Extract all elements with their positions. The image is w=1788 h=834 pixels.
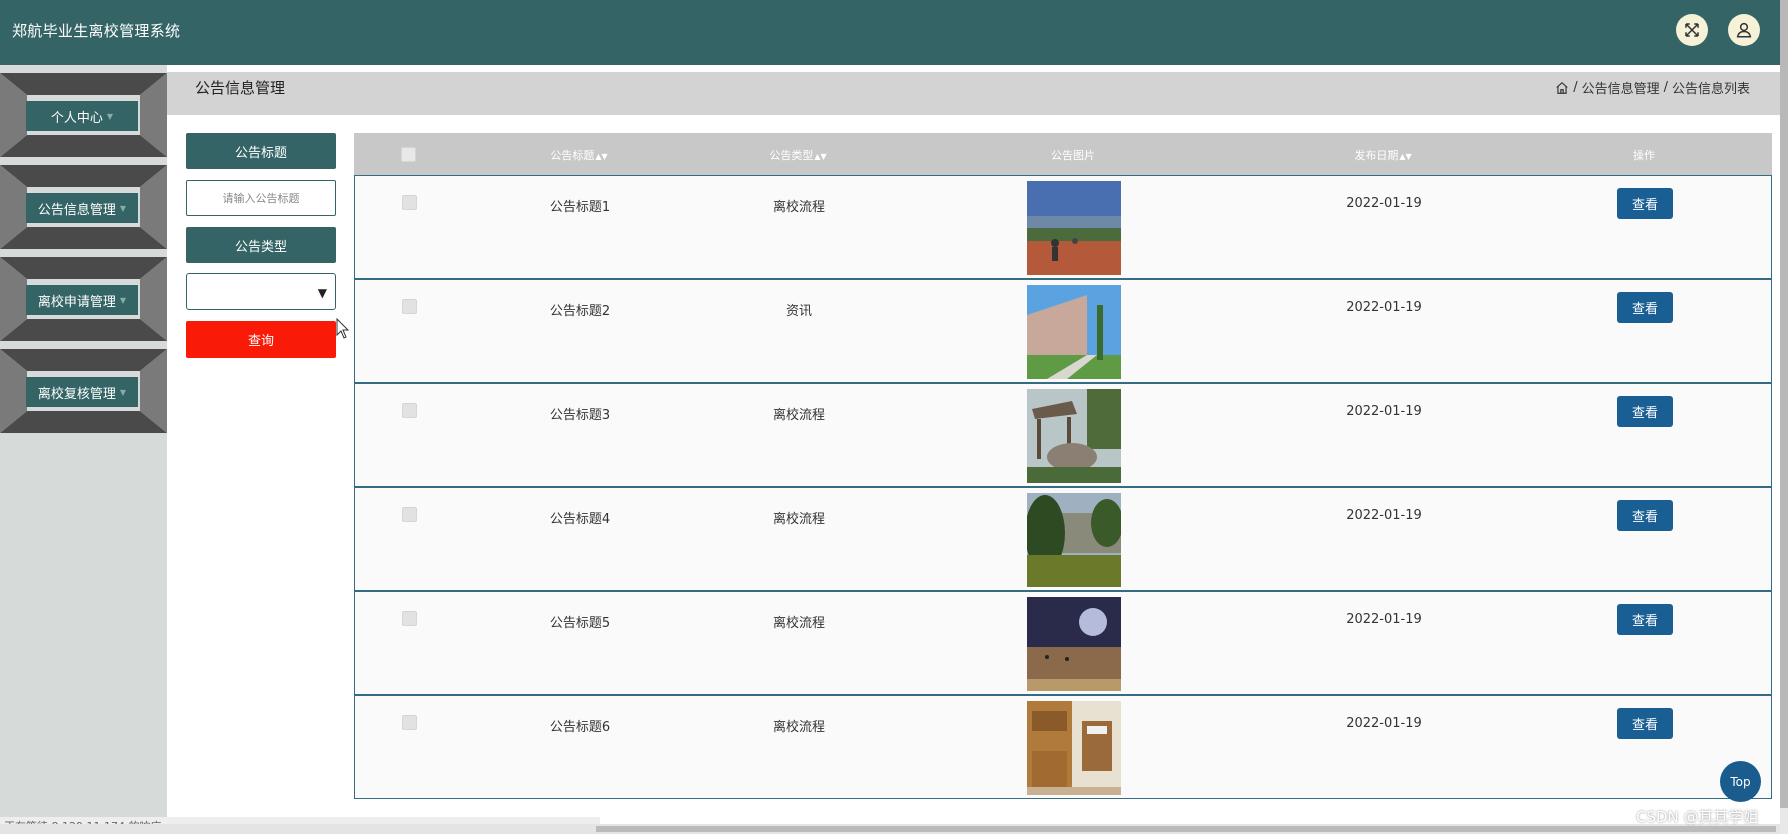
fullscreen-button[interactable] xyxy=(1676,14,1708,46)
mouse-cursor-icon xyxy=(336,318,350,339)
column-header-date[interactable]: 发布日期▲▼ xyxy=(1354,147,1411,163)
type-select[interactable]: ▼ xyxy=(186,273,336,310)
sidebar-item-leave-review[interactable]: 离校复核管理 ▼ xyxy=(0,349,167,433)
row-checkbox[interactable] xyxy=(402,507,417,522)
sort-icon: ▲▼ xyxy=(814,152,827,161)
chevron-down-icon: ▼ xyxy=(106,111,114,121)
notice-image-sports-field xyxy=(1027,181,1121,275)
view-button[interactable]: 查看 xyxy=(1617,708,1673,739)
table-row: 公告标题5 离校流程 2022-01-19 查看 xyxy=(354,591,1772,695)
cell-date: 2022-01-19 xyxy=(1346,612,1422,627)
row-checkbox[interactable] xyxy=(402,715,417,730)
sidebar-item-label: 公告信息管理 ▼ xyxy=(26,193,138,223)
fullscreen-icon xyxy=(1685,23,1699,37)
query-button[interactable]: 查询 xyxy=(186,321,336,358)
view-button[interactable]: 查看 xyxy=(1617,500,1673,531)
cell-date: 2022-01-19 xyxy=(1346,508,1422,523)
cell-title: 公告标题6 xyxy=(549,720,611,735)
home-icon[interactable] xyxy=(1555,81,1569,95)
view-button[interactable]: 查看 xyxy=(1617,604,1673,635)
vertical-scrollbar-thumb[interactable] xyxy=(1780,0,1788,808)
table-row: 公告标题6 离校流程 2022-01-19 查看 xyxy=(354,695,1772,799)
column-header-image: 公告图片 xyxy=(1051,149,1095,162)
sidebar-item-label: 个人中心 ▼ xyxy=(26,101,138,131)
cell-date: 2022-01-19 xyxy=(1346,716,1422,731)
cell-date: 2022-01-19 xyxy=(1346,196,1422,211)
chevron-down-icon: ▼ xyxy=(317,286,327,300)
cell-title: 公告标题3 xyxy=(549,408,611,423)
breadcrumb: / 公告信息管理 / 公告信息列表 xyxy=(1555,78,1750,97)
cell-type: 离校流程 xyxy=(772,616,826,631)
sidebar-item-label: 离校复核管理 ▼ xyxy=(26,377,138,407)
row-checkbox[interactable] xyxy=(402,403,417,418)
sort-icon: ▲▼ xyxy=(1399,152,1412,161)
cell-title: 公告标题4 xyxy=(549,512,611,527)
notice-image-campus-building xyxy=(1027,285,1121,379)
sidebar-item-label: 离校申请管理 ▼ xyxy=(26,285,138,315)
watermark: CSDN @其其学姐 xyxy=(1636,808,1759,826)
cell-type: 离校流程 xyxy=(772,408,826,423)
user-icon xyxy=(1736,22,1752,38)
sidebar: 个人中心 ▼ 公告信息管理 ▼ 离校申请管理 ▼ 离校复核管理 ▼ xyxy=(0,65,167,825)
table-row: 公告标题1 离校流程 2022-01-19 查看 xyxy=(354,175,1772,279)
view-button[interactable]: 查看 xyxy=(1617,188,1673,219)
cell-type: 离校流程 xyxy=(772,720,826,735)
app-title: 郑航毕业生离校管理系统 xyxy=(12,22,181,40)
chevron-down-icon: ▼ xyxy=(119,387,127,397)
column-header-title[interactable]: 公告标题▲▼ xyxy=(550,147,607,163)
view-button[interactable]: 查看 xyxy=(1617,292,1673,323)
cell-type: 离校流程 xyxy=(772,512,826,527)
table-row: 公告标题2 资讯 2022-01-19 查看 xyxy=(354,279,1772,383)
type-filter-label: 公告类型 xyxy=(186,227,336,263)
cell-type: 资讯 xyxy=(785,304,813,319)
horizontal-scrollbar[interactable] xyxy=(0,824,1780,834)
notice-image-dorm-room xyxy=(1027,701,1121,795)
chevron-down-icon: ▼ xyxy=(119,203,127,213)
row-checkbox[interactable] xyxy=(402,611,417,626)
breadcrumb-separator: / xyxy=(1573,80,1578,95)
view-button[interactable]: 查看 xyxy=(1617,396,1673,427)
title-search-input[interactable] xyxy=(186,180,336,216)
cell-title: 公告标题2 xyxy=(549,304,611,319)
notice-image-pavilion-sculpture xyxy=(1027,389,1121,483)
row-checkbox[interactable] xyxy=(402,195,417,210)
top-header: 郑航毕业生离校管理系统 xyxy=(0,0,1780,65)
chevron-down-icon: ▼ xyxy=(119,295,127,305)
row-checkbox[interactable] xyxy=(402,299,417,314)
vertical-scrollbar[interactable] xyxy=(1780,0,1788,834)
column-header-type[interactable]: 公告类型▲▼ xyxy=(769,147,826,163)
cell-title: 公告标题5 xyxy=(549,616,611,631)
cell-date: 2022-01-19 xyxy=(1346,300,1422,315)
title-filter-label: 公告标题 xyxy=(186,133,336,169)
select-all-checkbox[interactable] xyxy=(401,147,416,162)
sidebar-item-leave-application[interactable]: 离校申请管理 ▼ xyxy=(0,257,167,341)
table-row: 公告标题3 离校流程 2022-01-19 查看 xyxy=(354,383,1772,487)
breadcrumb-separator: / xyxy=(1663,80,1668,95)
sort-icon: ▲▼ xyxy=(595,152,608,161)
cell-type: 离校流程 xyxy=(772,200,826,215)
breadcrumb-notice-management[interactable]: 公告信息管理 xyxy=(1582,78,1660,97)
sidebar-item-personal-center[interactable]: 个人中心 ▼ xyxy=(0,73,167,157)
column-header-action: 操作 xyxy=(1633,149,1655,162)
back-to-top-button[interactable]: Top xyxy=(1720,761,1761,802)
table-header: 公告标题▲▼ 公告类型▲▼ 公告图片 发布日期▲▼ 操作 xyxy=(354,133,1772,175)
breadcrumb-bar: 公告信息管理 / 公告信息管理 / 公告信息列表 xyxy=(167,72,1780,115)
horizontal-scrollbar-thumb[interactable] xyxy=(596,826,1776,832)
cell-date: 2022-01-19 xyxy=(1346,404,1422,419)
sidebar-item-notice-management[interactable]: 公告信息管理 ▼ xyxy=(0,165,167,249)
breadcrumb-notice-list: 公告信息列表 xyxy=(1671,82,1750,97)
table-row: 公告标题4 离校流程 2022-01-19 查看 xyxy=(354,487,1772,591)
notice-image-trees-building xyxy=(1027,493,1121,587)
page-title: 公告信息管理 xyxy=(195,79,286,97)
cell-title: 公告标题1 xyxy=(549,200,611,215)
user-button[interactable] xyxy=(1728,14,1760,46)
notice-image-night-field xyxy=(1027,597,1121,691)
